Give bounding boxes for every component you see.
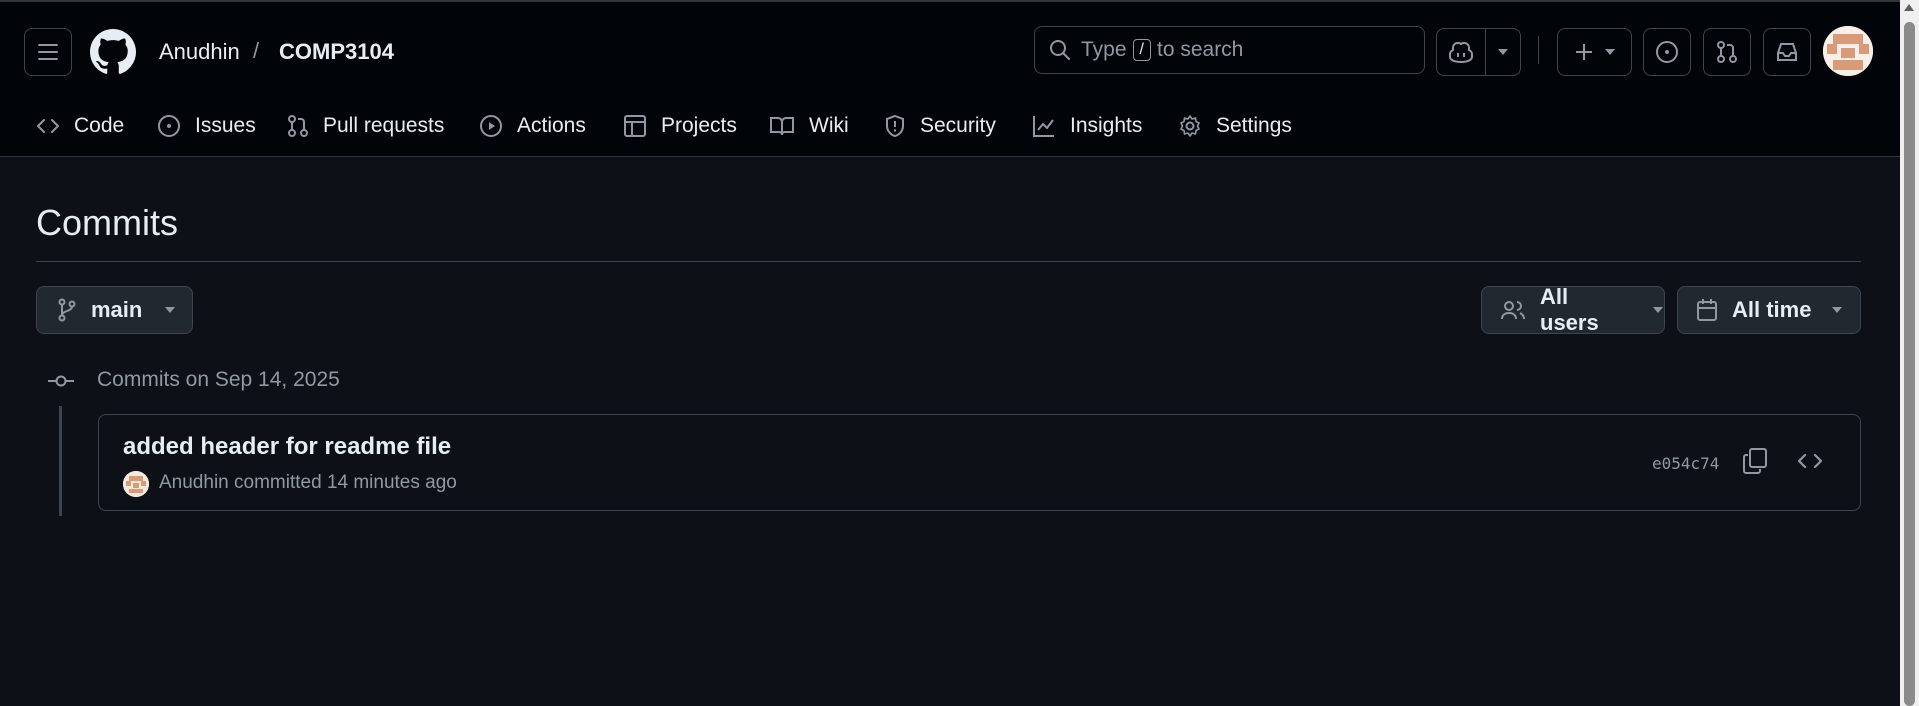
tab-insights-label: Insights <box>1070 114 1143 137</box>
pull-request-icon <box>287 114 309 138</box>
triangle-down-icon <box>1604 48 1616 56</box>
tab-pull-requests[interactable]: Pull requests <box>287 98 444 154</box>
search-placeholder-suffix: to search <box>1156 38 1244 61</box>
search-shortcut-key: / <box>1132 39 1151 61</box>
tab-projects-label: Projects <box>661 114 737 137</box>
triangle-down-icon <box>1831 306 1843 314</box>
author-avatar[interactable] <box>123 471 149 497</box>
repo-owner-link[interactable]: Anudhin <box>159 38 240 66</box>
pull-request-icon <box>1716 40 1738 64</box>
calendar-icon <box>1696 298 1718 322</box>
title-divider <box>36 261 1861 262</box>
tab-security[interactable]: Security <box>884 98 996 154</box>
search-icon <box>1049 39 1071 61</box>
user-avatar[interactable] <box>1823 26 1873 76</box>
commit-message-link[interactable]: added header for readme file <box>123 433 451 461</box>
git-commit-icon <box>48 371 74 391</box>
tab-issues[interactable]: Issues <box>157 98 256 154</box>
pull-requests-button[interactable] <box>1703 28 1751 76</box>
people-icon <box>1500 299 1526 321</box>
users-filter-label: All users <box>1540 284 1599 335</box>
commit-item: added header for readme file Anudhin com… <box>98 414 1861 511</box>
top-bar: Anudhin / COMP3104 Type / to search <box>0 2 1900 98</box>
triangle-down-icon <box>1652 306 1664 314</box>
plus-icon <box>1574 42 1594 62</box>
menu-button[interactable] <box>24 28 72 76</box>
tab-settings[interactable]: Settings <box>1178 98 1292 154</box>
shield-icon <box>884 114 906 138</box>
table-icon <box>623 114 647 138</box>
hamburger-icon <box>37 43 59 61</box>
vertical-scrollbar[interactable] <box>1900 0 1919 706</box>
tab-settings-label: Settings <box>1216 114 1292 137</box>
commit-sha-link[interactable]: e054c74 <box>1652 454 1719 473</box>
issue-icon <box>157 114 181 138</box>
copy-icon[interactable] <box>1742 447 1768 475</box>
inbox-button[interactable] <box>1763 28 1811 76</box>
inbox-icon <box>1775 41 1799 63</box>
branch-selector[interactable]: main <box>36 286 193 334</box>
time-filter-label: All time <box>1732 297 1812 322</box>
commit-date-heading: Commits on Sep 14, 2025 <box>97 368 340 391</box>
copilot-icon <box>1448 41 1474 63</box>
tab-wiki[interactable]: Wiki <box>769 98 849 154</box>
tab-insights[interactable]: Insights <box>1032 98 1142 154</box>
branch-name: main <box>91 297 143 322</box>
code-icon <box>36 114 60 138</box>
commit-time: 14 minutes ago <box>326 472 457 493</box>
repo-name-link[interactable]: COMP3104 <box>279 38 394 66</box>
repo-nav: Code Issues Pull requests Actions Projec… <box>0 98 1900 158</box>
tab-actions-label: Actions <box>517 114 586 137</box>
commit-timeline <box>59 406 62 516</box>
tab-projects[interactable]: Projects <box>623 98 737 154</box>
tab-pull-requests-label: Pull requests <box>323 114 445 137</box>
tab-code-label: Code <box>74 114 125 137</box>
tab-actions[interactable]: Actions <box>479 98 586 154</box>
tab-wiki-label: Wiki <box>809 114 849 137</box>
commit-meta: Anudhin committed 14 minutes ago <box>159 472 457 494</box>
app-header: Anudhin / COMP3104 Type / to search Code… <box>0 0 1900 157</box>
tab-security-label: Security <box>920 114 996 137</box>
toolbar-divider <box>1538 36 1539 64</box>
graph-icon <box>1032 114 1056 138</box>
scrollbar-thumb[interactable] <box>1904 22 1915 706</box>
copilot-button[interactable] <box>1436 28 1486 76</box>
commit-action-text: committed <box>234 472 322 493</box>
tab-issues-label: Issues <box>195 114 256 137</box>
browse-code-icon[interactable] <box>1796 447 1824 475</box>
triangle-down-icon <box>164 306 176 314</box>
book-icon <box>769 115 795 137</box>
copilot-menu-button[interactable] <box>1485 28 1521 76</box>
git-branch-icon <box>57 298 77 322</box>
breadcrumb-separator: / <box>253 38 260 63</box>
gear-icon <box>1178 114 1202 138</box>
tab-code[interactable]: Code <box>36 98 124 154</box>
github-logo-icon[interactable] <box>90 29 136 75</box>
scroll-up-arrow-icon[interactable] <box>1904 4 1914 11</box>
create-new-button[interactable] <box>1557 28 1632 76</box>
time-filter[interactable]: All time <box>1677 286 1861 334</box>
page-title: Commits <box>36 202 178 243</box>
search-placeholder-prefix: Type <box>1081 38 1127 61</box>
search-input[interactable]: Type / to search <box>1034 26 1425 74</box>
issue-icon <box>1655 40 1679 64</box>
issues-button[interactable] <box>1643 28 1691 76</box>
triangle-down-icon <box>1497 48 1509 56</box>
play-icon <box>479 114 503 138</box>
users-filter[interactable]: All users <box>1481 284 1665 335</box>
commit-author-link[interactable]: Anudhin <box>159 472 229 493</box>
